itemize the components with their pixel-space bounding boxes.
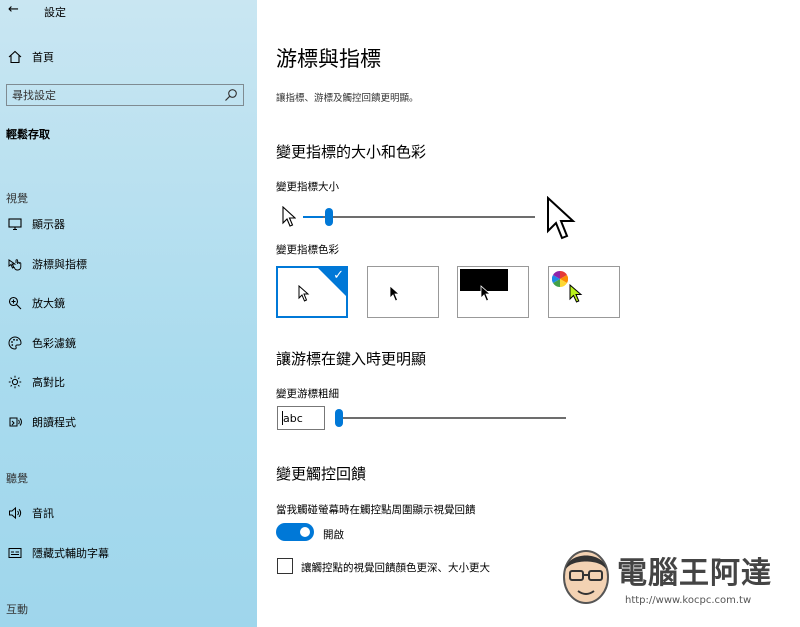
palette-icon: [6, 335, 24, 351]
darker-feedback-label: 讓觸控點的視覺回饋顏色更深、大小更大: [301, 562, 490, 574]
sidebar-item-closed-captions[interactable]: 隱藏式輔助字幕: [6, 542, 109, 564]
darker-feedback-checkbox[interactable]: [277, 558, 293, 574]
sidebar-item-label: 色彩濾鏡: [32, 337, 76, 350]
black-pointer-icon: [389, 285, 401, 302]
small-pointer-icon: [282, 206, 296, 227]
pointer-size-slider-thumb[interactable]: [325, 208, 334, 226]
toggle-knob: [300, 527, 310, 537]
cursor-preview-text: abc: [283, 411, 303, 425]
pointer-size-slider-track: [303, 216, 535, 218]
white-pointer-icon: [298, 285, 310, 302]
caption-icon: [6, 545, 24, 561]
sidebar-item-magnifier[interactable]: 放大鏡: [6, 292, 65, 314]
back-arrow-icon[interactable]: ←: [8, 2, 19, 17]
size-color-heading: 變更指標的大小和色彩: [276, 143, 427, 161]
pointer-color-white[interactable]: ✓: [276, 266, 348, 318]
large-pointer-icon: [547, 196, 576, 240]
search-placeholder: 尋找設定: [12, 89, 56, 102]
pointer-color-label: 變更指標色彩: [276, 244, 339, 256]
sidebar-item-narrator[interactable]: 朗讀程式: [6, 411, 76, 433]
sidebar-item-color-filters[interactable]: 色彩濾鏡: [6, 332, 76, 354]
cursor-preview-box: abc: [277, 406, 325, 430]
sidebar-item-label: 顯示器: [32, 218, 65, 231]
pointer-color-inverted[interactable]: [457, 266, 529, 318]
cursor-thickness-slider-track: [335, 417, 566, 419]
sidebar-item-home[interactable]: 首頁: [6, 46, 54, 68]
category-vision: 視覺: [6, 192, 28, 205]
pointer-size-label: 變更指標大小: [276, 181, 339, 193]
sidebar-item-label: 首頁: [32, 51, 54, 64]
category-hearing: 聽覺: [6, 472, 28, 485]
watermark-brand: 電腦王阿達: [617, 556, 772, 591]
sidebar-item-label: 隱藏式輔助字幕: [32, 547, 109, 560]
magnifier-icon: [6, 295, 24, 311]
pointer-color-black[interactable]: [367, 266, 439, 318]
sun-icon: [6, 374, 24, 390]
touch-feedback-heading: 變更觸控回饋: [276, 465, 367, 483]
cursor-thickness-slider[interactable]: [335, 407, 567, 429]
inverted-pointer-icon: [480, 285, 492, 302]
pointer-color-custom[interactable]: [548, 266, 620, 318]
sidebar-item-high-contrast[interactable]: 高對比: [6, 371, 65, 393]
watermark: 電腦王阿達 http://www.kocpc.com.tw: [555, 540, 795, 620]
home-icon: [6, 49, 24, 65]
sidebar-item-label: 放大鏡: [32, 297, 65, 310]
watermark-url: http://www.kocpc.com.tw: [625, 595, 752, 606]
custom-pointer-icon: [569, 284, 583, 303]
touch-feedback-toggle[interactable]: [276, 523, 314, 541]
sidebar-item-audio[interactable]: 音訊: [6, 502, 54, 524]
sidebar-item-label: 音訊: [32, 507, 54, 520]
pointer-size-slider-fill: [303, 216, 323, 218]
section-title: 輕鬆存取: [6, 128, 50, 141]
sidebar-item-label: 朗讀程式: [32, 416, 76, 429]
toggle-state-label: 開啟: [323, 529, 344, 541]
page-title: 游標與指標: [276, 47, 381, 71]
monitor-icon: [6, 216, 24, 232]
speaker-icon: [6, 505, 24, 521]
sidebar-item-label: 游標與指標: [32, 258, 87, 271]
page-description: 讓指標、游標及觸控回饋更明顯。: [276, 93, 419, 104]
sidebar-item-cursor-pointer[interactable]: 游標與指標: [6, 253, 87, 275]
sidebar: ← 設定 首頁 尋找設定 輕鬆存取 視覺 顯示器 游標與指標 放大鏡 色彩濾鏡 …: [0, 0, 257, 627]
cursor-thickness-slider-thumb[interactable]: [335, 409, 343, 427]
main-content: 游標與指標 讓指標、游標及觸控回饋更明顯。 變更指標的大小和色彩 變更指標大小 …: [257, 0, 800, 627]
cursor-visibility-heading: 讓游標在鍵入時更明顯: [276, 350, 427, 368]
sidebar-item-label: 高對比: [32, 376, 65, 389]
pointer-hand-icon: [6, 256, 24, 272]
sidebar-item-display[interactable]: 顯示器: [6, 213, 65, 235]
cursor-thickness-label: 變更游標粗細: [276, 388, 339, 400]
narrator-icon: [6, 414, 24, 430]
search-input[interactable]: 尋找設定: [6, 84, 244, 106]
mascot-face-icon: [563, 550, 609, 604]
title-bar: ← 設定: [0, 0, 257, 22]
app-title: 設定: [44, 6, 66, 19]
color-wheel-icon: [552, 271, 568, 287]
touch-feedback-label: 當我觸碰螢幕時在觸控點周圍顯示視覺回饋: [276, 504, 476, 516]
checkmark-icon: ✓: [333, 268, 344, 283]
search-icon: [225, 89, 237, 101]
category-interaction: 互動: [6, 603, 28, 616]
pointer-size-slider[interactable]: [303, 206, 535, 228]
